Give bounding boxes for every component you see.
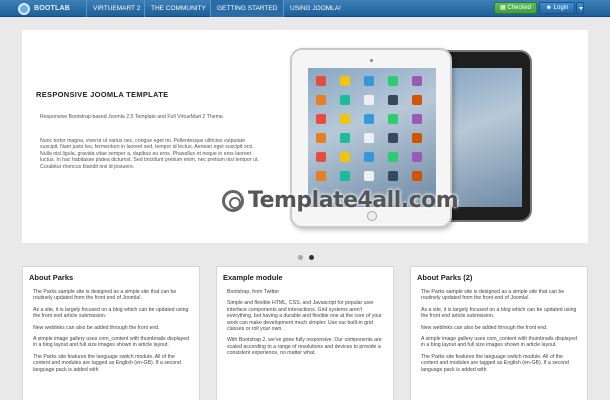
app-icon [388,133,398,143]
app-icon [388,114,398,124]
watermark-logo-icon [222,189,244,212]
app-icon [412,95,422,105]
app-icon [364,152,374,162]
module-paragraph: New weblinks can also be added through t… [33,324,160,331]
slide-title: RESPONSIVE JOOMLA TEMPLATE [36,90,169,99]
app-icon [340,114,350,124]
brand[interactable]: BOOTLAB [18,0,70,17]
checked-button[interactable]: ▦ Checked [494,2,537,14]
app-icon [316,76,326,86]
slide-body-text: Nunc tortor magna, viverra ut varius nec… [40,138,259,170]
ipad-black-screen [450,68,522,207]
app-icon [340,152,350,162]
slide-indicator-1[interactable] [298,255,303,260]
module-title: Example module [223,273,283,282]
module-title: About Parks [29,273,74,282]
slide-indicator-2[interactable] [309,255,314,260]
module-body: The Parks sample site is designed as a s… [33,289,193,378]
app-icon [388,76,398,86]
login-dropdown-button[interactable] [576,2,584,14]
module-paragraph: A simple image gallery uses com_content … [33,336,189,349]
module-body: Bootstrap, from Twitter Simple and flexi… [227,289,387,362]
app-icon [340,95,350,105]
app-icon [412,114,422,124]
module-example: Example module Bootstrap, from Twitter S… [216,266,394,400]
checked-label: Checked [507,5,532,11]
app-icon [316,95,326,105]
nav-item-using-joomla[interactable]: USING JOOMLA! [283,0,347,17]
ipad-white-screen [308,68,436,207]
app-icon [388,95,398,105]
app-icon [388,152,398,162]
app-icon [388,171,398,181]
module-paragraph: The Parks site features the language swi… [33,353,181,373]
module-paragraph: As a site, it is largely focused on a bl… [33,306,189,320]
app-icon [316,152,326,162]
app-icon [316,114,326,124]
module-paragraph: With Bootstrap 2, we've gone fully respo… [227,337,382,357]
watermark-text: Template4all.com [248,188,459,213]
app-icon [364,76,374,86]
module-paragraph: Bootstrap, from Twitter [227,289,280,295]
app-icon [316,133,326,143]
top-navbar: BOOTLAB VIRTUEMART 2 THE COMMUNITY GETTI… [0,0,610,17]
module-paragraph: The Parks sample site is designed as a s… [421,289,565,302]
module-paragraph: The Parks sample site is designed as a s… [33,289,177,302]
module-paragraph: Simple and flexible HTML, CSS, and Javas… [227,300,382,333]
module-paragraph: As a site, it is largely focused on a bl… [421,306,577,320]
login-button[interactable]: ☻ Login [539,2,575,14]
module-paragraph: A simple image gallery uses com_content … [421,336,577,349]
app-icon [364,171,374,181]
app-icon [412,152,422,162]
module-paragraph: New weblinks can also be added through t… [421,324,548,331]
app-icon [340,76,350,86]
module-body: The Parks sample site is designed as a s… [421,289,581,378]
app-icon [364,114,374,124]
nav-item-community[interactable]: THE COMMUNITY [144,0,212,17]
app-icon [412,133,422,143]
nav-item-getting-started[interactable]: GETTING STARTED [210,0,284,17]
module-paragraph: The Parks site features the language swi… [421,353,569,373]
module-title: About Parks (2) [417,273,473,282]
app-icon [412,171,422,181]
login-label: Login [553,5,569,11]
app-icon [340,171,350,181]
user-icon: ☻ [545,5,552,11]
app-icon [316,171,326,181]
checked-icon: ▦ [499,5,506,11]
app-icon [340,133,350,143]
module-about-parks-2: About Parks (2) The Parks sample site is… [410,266,588,400]
bootlab-logo-icon [18,2,30,15]
brand-name: BOOTLAB [34,5,71,12]
nav-item-virtuemart[interactable]: VIRTUEMART 2 [86,0,146,17]
watermark: Template4all.com [222,188,459,213]
camera-icon [370,59,373,62]
app-icon [412,76,422,86]
app-icon [364,133,374,143]
app-icon [364,95,374,105]
slide-intro-text: Responsive Bootstrap-based Joomla 2.5 Te… [40,114,225,120]
module-about-parks: About Parks The Parks sample site is des… [22,266,200,400]
